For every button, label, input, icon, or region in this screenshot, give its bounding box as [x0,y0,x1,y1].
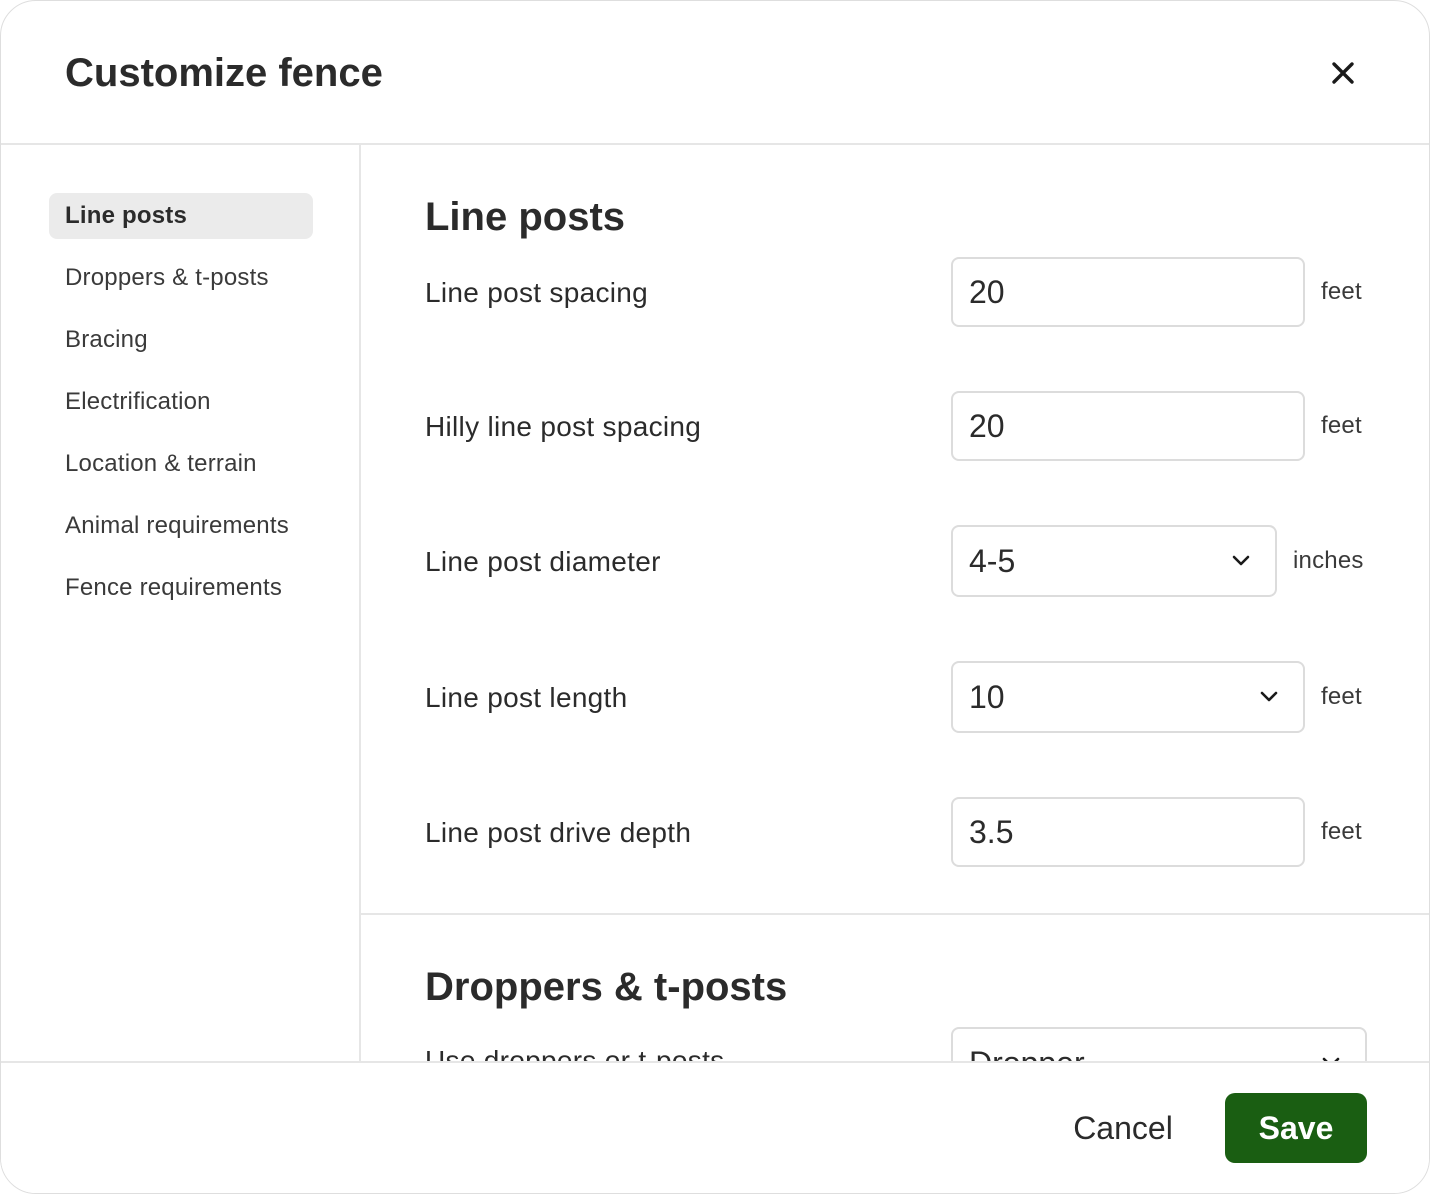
select-value: 4-5 [969,543,1016,579]
unit-label: inches [1293,547,1364,574]
line-post-diameter-select[interactable]: 4-5 [951,525,1277,597]
field-label-use-droppers-or-t-posts: Use droppers or t-posts [425,1045,725,1061]
chevron-down-icon [1322,1057,1340,1061]
chevron-down-icon [1260,691,1278,702]
sidebar-nav: Line posts Droppers & t-posts Bracing El… [1,145,361,1061]
save-button[interactable]: Save [1225,1093,1367,1163]
dialog-footer: Cancel Save [1,1061,1429,1193]
field-label-line-post-length: Line post length [425,682,628,713]
field-label-line-post-diameter: Line post diameter [425,546,661,577]
line-post-spacing-input[interactable] [951,257,1305,327]
close-icon [1332,62,1354,84]
select-value: 10 [969,679,1005,715]
use-droppers-or-t-posts-select[interactable]: Dropper [951,1027,1367,1061]
hilly-line-post-spacing-input[interactable] [951,391,1305,461]
field-label-line-post-spacing: Line post spacing [425,277,649,308]
close-button[interactable] [1319,49,1367,97]
sidebar-item-bracing[interactable]: Bracing [49,317,313,363]
unit-label: feet [1321,278,1362,305]
section-title-droppers-t-posts: Droppers & t-posts [425,965,788,1009]
sidebar-item-electrification[interactable]: Electrification [49,379,313,425]
field-label-hilly-line-post-spacing: Hilly line post spacing [425,411,702,442]
customize-fence-dialog: Customize fence Line posts Droppers & t-… [0,0,1430,1194]
cancel-button[interactable]: Cancel [1051,1095,1195,1161]
section-title-line-posts: Line posts [425,195,626,239]
sidebar-item-fence-requirements[interactable]: Fence requirements [49,565,313,611]
section-divider [361,913,1429,915]
dialog-header: Customize fence [1,1,1429,145]
field-label-line-post-drive-depth: Line post drive depth [425,817,692,848]
unit-label: feet [1321,683,1362,710]
dialog-title: Customize fence [65,51,383,95]
chevron-down-icon [1232,555,1250,566]
sidebar-item-location-terrain[interactable]: Location & terrain [49,441,313,487]
line-post-length-select[interactable]: 10 [951,661,1305,733]
unit-label: feet [1321,818,1362,845]
select-value: Dropper [969,1029,1085,1061]
line-post-drive-depth-input[interactable] [951,797,1305,867]
sidebar-item-animal-requirements[interactable]: Animal requirements [49,503,313,549]
settings-content[interactable]: Line posts Line post spacing feet Hilly … [361,145,1429,1061]
sidebar-item-droppers-t-posts[interactable]: Droppers & t-posts [49,255,313,301]
unit-label: feet [1321,412,1362,439]
sidebar-item-line-posts[interactable]: Line posts [49,193,313,239]
